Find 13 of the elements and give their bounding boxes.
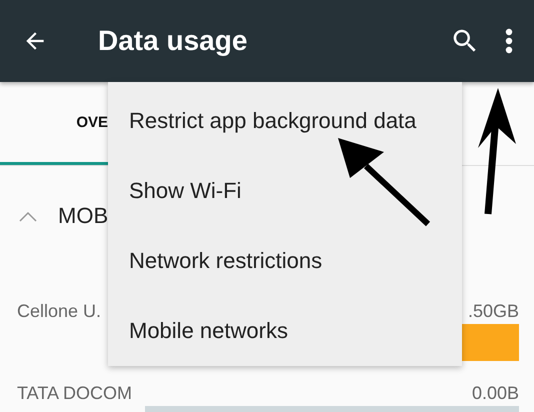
more-icon: [504, 28, 514, 54]
network-name: TATA DOCOM: [17, 383, 132, 404]
more-options-button[interactable]: [504, 28, 514, 54]
menu-item[interactable]: Show Wi-Fi: [108, 156, 462, 226]
usage-amount: .50GB: [468, 301, 519, 322]
menu-item[interactable]: Restrict app background data: [108, 86, 462, 156]
chevron-icon[interactable]: [18, 210, 38, 222]
menu-item[interactable]: Network restrictions: [108, 226, 462, 296]
usage-amount: 0.00B: [472, 383, 519, 404]
menu-item[interactable]: Mobile networks: [108, 296, 462, 366]
network-name: Cellone U.: [17, 301, 102, 322]
screen-title: Data usage: [98, 25, 248, 57]
section-title: MOB: [58, 203, 108, 229]
